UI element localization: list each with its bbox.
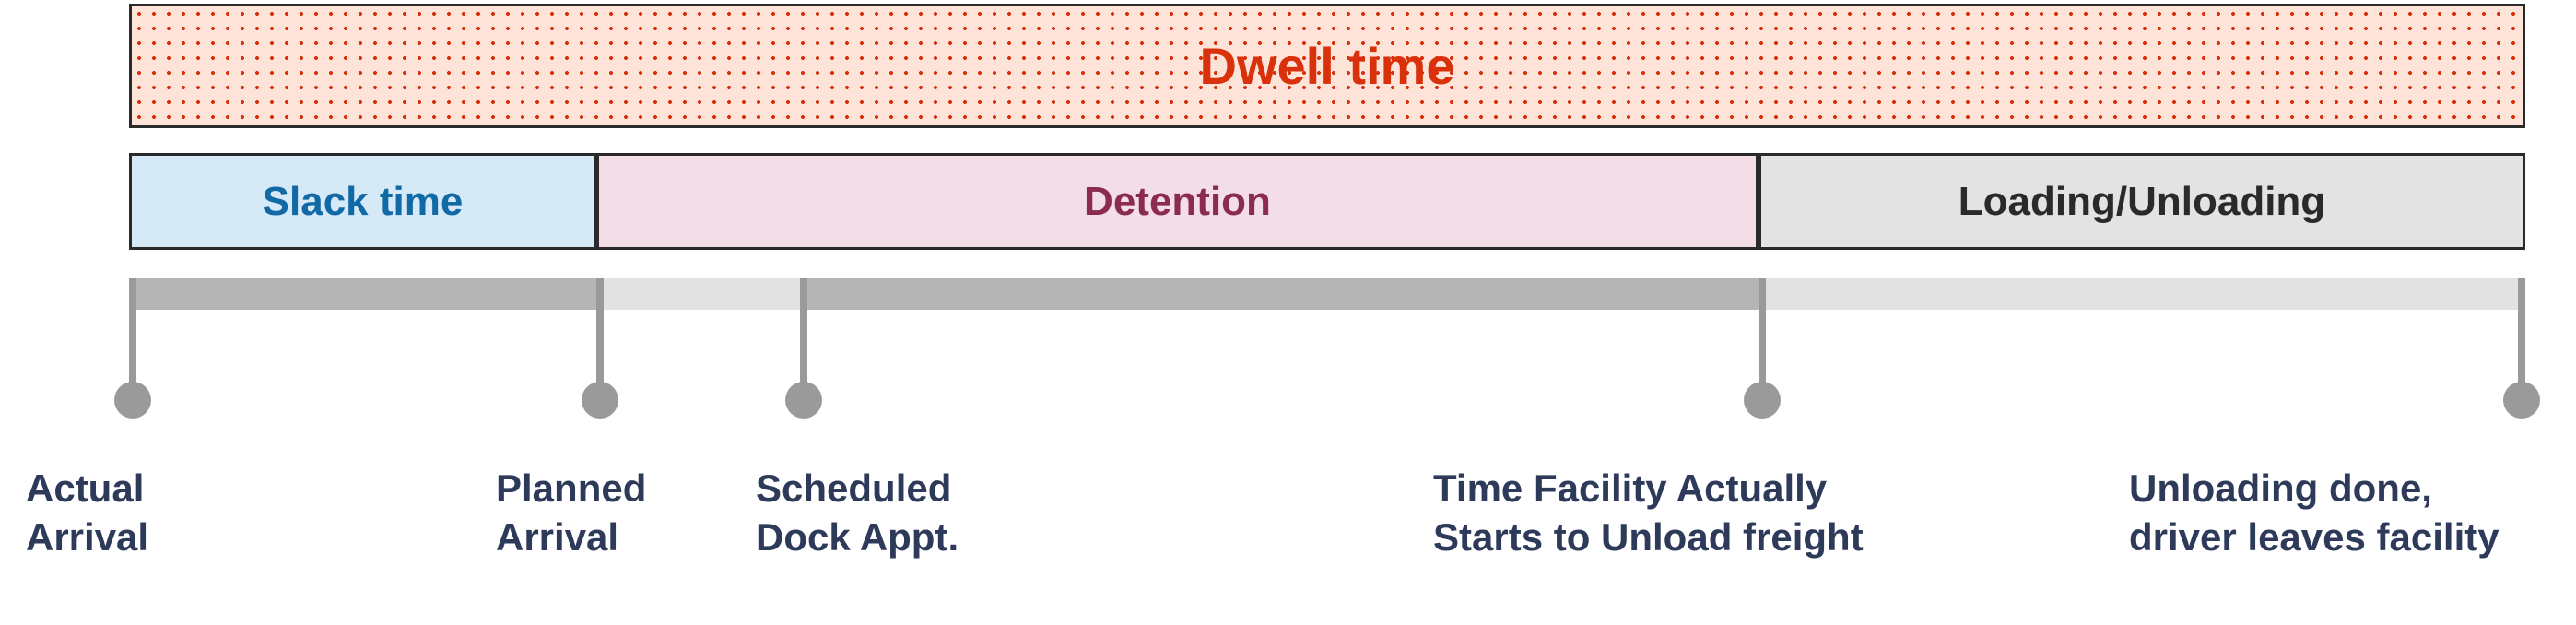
tick-scheduled-dock-label: Scheduled Dock Appt. [756, 465, 959, 561]
tick-planned-arrival-stem [596, 278, 604, 389]
dwell-time-diagram: Dwell time Slack time Detention Loading/… [0, 0, 2576, 625]
tick-facility-starts-dot [1744, 382, 1781, 419]
tick-facility-starts-stem [1759, 278, 1766, 389]
slack-time-bar: Slack time [129, 153, 596, 250]
tick-unloading-done-dot [2503, 382, 2540, 419]
detention-label: Detention [1084, 179, 1271, 225]
tick-planned-arrival-dot [582, 382, 618, 419]
detention-bar: Detention [596, 153, 1759, 250]
slack-time-label: Slack time [263, 179, 464, 225]
tick-facility-starts-label: Time Facility Actually Starts to Unload … [1433, 465, 1864, 561]
timeline-axis-shaded-2 [800, 278, 1759, 310]
loading-unloading-label: Loading/Unloading [1958, 179, 2325, 225]
dwell-time-label: Dwell time [1200, 36, 1455, 96]
tick-actual-arrival-stem [129, 278, 136, 389]
tick-actual-arrival-label: Actual Arrival [26, 465, 148, 561]
dwell-time-bar: Dwell time [129, 4, 2525, 128]
timeline-axis-shaded-1 [132, 278, 596, 310]
tick-scheduled-dock-stem [800, 278, 807, 389]
tick-unloading-done-stem [2518, 278, 2525, 389]
loading-unloading-bar: Loading/Unloading [1759, 153, 2525, 250]
tick-actual-arrival-dot [114, 382, 151, 419]
tick-planned-arrival-label: Planned Arrival [496, 465, 646, 561]
tick-scheduled-dock-dot [785, 382, 822, 419]
tick-unloading-done-label: Unloading done, driver leaves facility [2129, 465, 2500, 561]
